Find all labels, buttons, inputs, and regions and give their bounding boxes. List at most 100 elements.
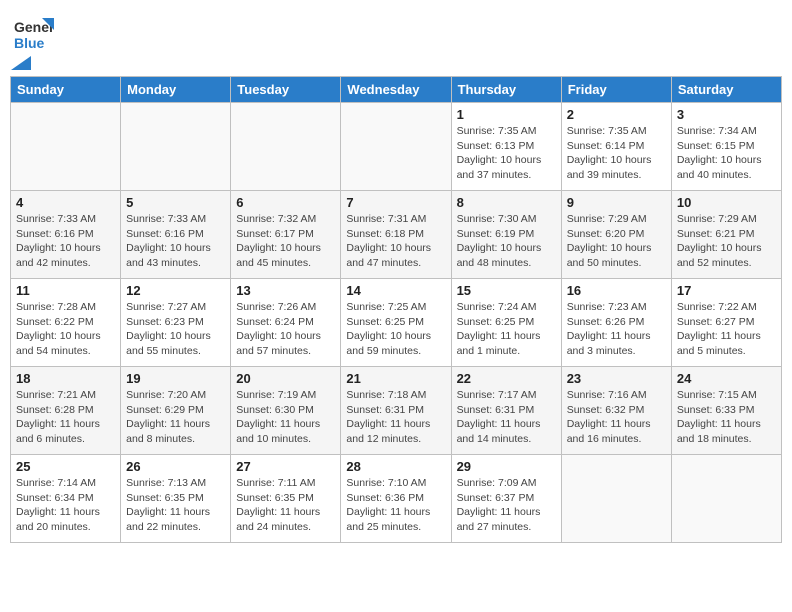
day-header-tuesday: Tuesday bbox=[231, 77, 341, 103]
day-info: Sunrise: 7:18 AM Sunset: 6:31 PM Dayligh… bbox=[346, 388, 445, 447]
calendar-cell: 13 Sunrise: 7:26 AM Sunset: 6:24 PM Dayli… bbox=[231, 279, 341, 367]
logo-triangle-icon bbox=[11, 56, 31, 70]
day-info: Sunrise: 7:30 AM Sunset: 6:19 PM Dayligh… bbox=[457, 212, 556, 271]
day-info: Sunrise: 7:19 AM Sunset: 6:30 PM Dayligh… bbox=[236, 388, 335, 447]
day-info: Sunrise: 7:35 AM Sunset: 6:14 PM Dayligh… bbox=[567, 124, 666, 183]
day-number: 2 bbox=[567, 107, 666, 122]
day-info: Sunrise: 7:15 AM Sunset: 6:33 PM Dayligh… bbox=[677, 388, 776, 447]
calendar-cell: 16 Sunrise: 7:23 AM Sunset: 6:26 PM Dayli… bbox=[561, 279, 671, 367]
calendar-cell: 24 Sunrise: 7:15 AM Sunset: 6:33 PM Dayli… bbox=[671, 367, 781, 455]
calendar-cell: 15 Sunrise: 7:24 AM Sunset: 6:25 PM Dayli… bbox=[451, 279, 561, 367]
day-number: 12 bbox=[126, 283, 225, 298]
day-info: Sunrise: 7:13 AM Sunset: 6:35 PM Dayligh… bbox=[126, 476, 225, 535]
calendar-header-row: SundayMondayTuesdayWednesdayThursdayFrid… bbox=[11, 77, 782, 103]
day-info: Sunrise: 7:17 AM Sunset: 6:31 PM Dayligh… bbox=[457, 388, 556, 447]
calendar-cell: 27 Sunrise: 7:11 AM Sunset: 6:35 PM Dayli… bbox=[231, 455, 341, 543]
day-header-wednesday: Wednesday bbox=[341, 77, 451, 103]
svg-text:Blue: Blue bbox=[14, 35, 45, 51]
day-number: 21 bbox=[346, 371, 445, 386]
day-number: 5 bbox=[126, 195, 225, 210]
day-number: 22 bbox=[457, 371, 556, 386]
day-header-friday: Friday bbox=[561, 77, 671, 103]
calendar-cell: 7Sunrise: 7:31 AM Sunset: 6:18 PM Daylig… bbox=[341, 191, 451, 279]
calendar-week-row: 18 Sunrise: 7:21 AM Sunset: 6:28 PM Dayli… bbox=[11, 367, 782, 455]
day-info: Sunrise: 7:33 AM Sunset: 6:16 PM Dayligh… bbox=[126, 212, 225, 271]
day-number: 24 bbox=[677, 371, 776, 386]
day-header-thursday: Thursday bbox=[451, 77, 561, 103]
calendar-cell bbox=[671, 455, 781, 543]
calendar-cell: 3 Sunrise: 7:34 AM Sunset: 6:15 PM Daylig… bbox=[671, 103, 781, 191]
day-number: 20 bbox=[236, 371, 335, 386]
day-info: Sunrise: 7:09 AM Sunset: 6:37 PM Dayligh… bbox=[457, 476, 556, 535]
calendar-cell: 4 Sunrise: 7:33 AM Sunset: 6:16 PM Daylig… bbox=[11, 191, 121, 279]
day-info: Sunrise: 7:29 AM Sunset: 6:21 PM Dayligh… bbox=[677, 212, 776, 271]
day-info: Sunrise: 7:33 AM Sunset: 6:16 PM Dayligh… bbox=[16, 212, 115, 271]
logo-icon: General Blue bbox=[10, 10, 54, 54]
calendar-table: SundayMondayTuesdayWednesdayThursdayFrid… bbox=[10, 76, 782, 543]
day-header-monday: Monday bbox=[121, 77, 231, 103]
day-info: Sunrise: 7:26 AM Sunset: 6:24 PM Dayligh… bbox=[236, 300, 335, 359]
day-info: Sunrise: 7:29 AM Sunset: 6:20 PM Dayligh… bbox=[567, 212, 666, 271]
calendar-cell bbox=[561, 455, 671, 543]
calendar-cell: 10 Sunrise: 7:29 AM Sunset: 6:21 PM Dayli… bbox=[671, 191, 781, 279]
calendar-cell: 5 Sunrise: 7:33 AM Sunset: 6:16 PM Daylig… bbox=[121, 191, 231, 279]
logo: General Blue bbox=[10, 10, 56, 70]
day-info: Sunrise: 7:10 AM Sunset: 6:36 PM Dayligh… bbox=[346, 476, 445, 535]
day-number: 18 bbox=[16, 371, 115, 386]
calendar-cell: 9 Sunrise: 7:29 AM Sunset: 6:20 PM Daylig… bbox=[561, 191, 671, 279]
calendar-cell: 21 Sunrise: 7:18 AM Sunset: 6:31 PM Dayli… bbox=[341, 367, 451, 455]
calendar-cell: 2 Sunrise: 7:35 AM Sunset: 6:14 PM Daylig… bbox=[561, 103, 671, 191]
day-number: 10 bbox=[677, 195, 776, 210]
calendar-cell: 8 Sunrise: 7:30 AM Sunset: 6:19 PM Daylig… bbox=[451, 191, 561, 279]
day-info: Sunrise: 7:25 AM Sunset: 6:25 PM Dayligh… bbox=[346, 300, 445, 359]
day-number: 23 bbox=[567, 371, 666, 386]
day-number: 27 bbox=[236, 459, 335, 474]
day-number: 14 bbox=[346, 283, 445, 298]
day-number: 1 bbox=[457, 107, 556, 122]
day-number: 26 bbox=[126, 459, 225, 474]
calendar-cell: 28 Sunrise: 7:10 AM Sunset: 6:36 PM Dayli… bbox=[341, 455, 451, 543]
day-number: 3 bbox=[677, 107, 776, 122]
day-info: Sunrise: 7:23 AM Sunset: 6:26 PM Dayligh… bbox=[567, 300, 666, 359]
calendar-week-row: 11Sunrise: 7:28 AM Sunset: 6:22 PM Dayli… bbox=[11, 279, 782, 367]
day-number: 25 bbox=[16, 459, 115, 474]
day-header-sunday: Sunday bbox=[11, 77, 121, 103]
day-number: 13 bbox=[236, 283, 335, 298]
day-number: 15 bbox=[457, 283, 556, 298]
day-number: 4 bbox=[16, 195, 115, 210]
day-number: 6 bbox=[236, 195, 335, 210]
calendar-cell: 22 Sunrise: 7:17 AM Sunset: 6:31 PM Dayli… bbox=[451, 367, 561, 455]
day-info: Sunrise: 7:28 AM Sunset: 6:22 PM Dayligh… bbox=[16, 300, 115, 359]
day-info: Sunrise: 7:22 AM Sunset: 6:27 PM Dayligh… bbox=[677, 300, 776, 359]
day-info: Sunrise: 7:20 AM Sunset: 6:29 PM Dayligh… bbox=[126, 388, 225, 447]
day-header-saturday: Saturday bbox=[671, 77, 781, 103]
day-number: 17 bbox=[677, 283, 776, 298]
day-info: Sunrise: 7:34 AM Sunset: 6:15 PM Dayligh… bbox=[677, 124, 776, 183]
day-number: 8 bbox=[457, 195, 556, 210]
day-info: Sunrise: 7:32 AM Sunset: 6:17 PM Dayligh… bbox=[236, 212, 335, 271]
day-number: 9 bbox=[567, 195, 666, 210]
day-number: 16 bbox=[567, 283, 666, 298]
calendar-cell bbox=[121, 103, 231, 191]
calendar-week-row: 1Sunrise: 7:35 AM Sunset: 6:13 PM Daylig… bbox=[11, 103, 782, 191]
calendar-cell: 20 Sunrise: 7:19 AM Sunset: 6:30 PM Dayli… bbox=[231, 367, 341, 455]
day-info: Sunrise: 7:16 AM Sunset: 6:32 PM Dayligh… bbox=[567, 388, 666, 447]
calendar-cell: 11Sunrise: 7:28 AM Sunset: 6:22 PM Dayli… bbox=[11, 279, 121, 367]
calendar-cell bbox=[11, 103, 121, 191]
day-number: 29 bbox=[457, 459, 556, 474]
calendar-cell: 17 Sunrise: 7:22 AM Sunset: 6:27 PM Dayli… bbox=[671, 279, 781, 367]
calendar-cell: 14 Sunrise: 7:25 AM Sunset: 6:25 PM Dayli… bbox=[341, 279, 451, 367]
calendar-cell: 1Sunrise: 7:35 AM Sunset: 6:13 PM Daylig… bbox=[451, 103, 561, 191]
day-info: Sunrise: 7:21 AM Sunset: 6:28 PM Dayligh… bbox=[16, 388, 115, 447]
calendar-cell: 6 Sunrise: 7:32 AM Sunset: 6:17 PM Daylig… bbox=[231, 191, 341, 279]
calendar-cell: 18 Sunrise: 7:21 AM Sunset: 6:28 PM Dayli… bbox=[11, 367, 121, 455]
calendar-week-row: 4 Sunrise: 7:33 AM Sunset: 6:16 PM Daylig… bbox=[11, 191, 782, 279]
day-number: 28 bbox=[346, 459, 445, 474]
calendar-cell: 19 Sunrise: 7:20 AM Sunset: 6:29 PM Dayli… bbox=[121, 367, 231, 455]
calendar-cell: 25Sunrise: 7:14 AM Sunset: 6:34 PM Dayli… bbox=[11, 455, 121, 543]
calendar-cell: 23 Sunrise: 7:16 AM Sunset: 6:32 PM Dayli… bbox=[561, 367, 671, 455]
day-info: Sunrise: 7:11 AM Sunset: 6:35 PM Dayligh… bbox=[236, 476, 335, 535]
day-info: Sunrise: 7:24 AM Sunset: 6:25 PM Dayligh… bbox=[457, 300, 556, 359]
calendar-cell bbox=[231, 103, 341, 191]
day-number: 19 bbox=[126, 371, 225, 386]
